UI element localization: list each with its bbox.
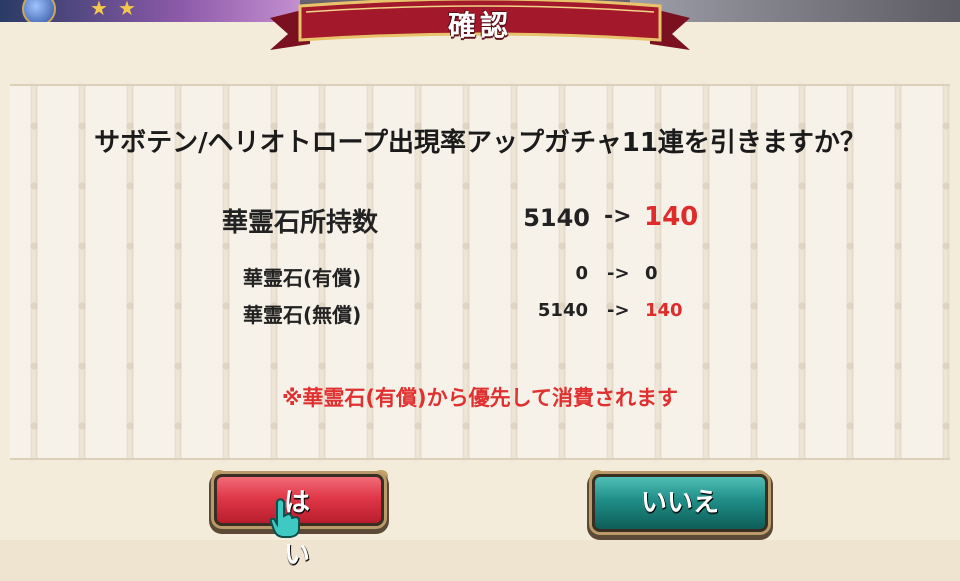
paid-stones-after: 0: [645, 263, 658, 284]
star-icon: ★: [118, 0, 136, 20]
paid-stones-arrow: ->: [607, 263, 630, 284]
star-icon: ★: [90, 0, 108, 20]
consumption-notice: ※華霊石(有償)から優先して消費されます: [282, 386, 678, 410]
pointing-hand-icon: [269, 498, 301, 538]
no-button[interactable]: いいえ: [592, 474, 768, 532]
gacha-question: サボテン/ヘリオトロープ出現率アップガチャ11連を引きますか？: [94, 128, 866, 158]
paid-stones-label: 華霊石(有償): [243, 266, 362, 290]
free-stones-label: 華霊石(無償): [243, 303, 362, 327]
free-stones-arrow: ->: [607, 300, 630, 321]
stones-total-after: 140: [644, 202, 699, 232]
free-stones-after: 140: [645, 300, 683, 321]
paid-stones-current: 0: [575, 263, 588, 284]
stones-total-label: 華霊石所持数: [222, 208, 379, 238]
confirm-dialog: [0, 22, 960, 540]
top-left-status: ★ ★: [0, 0, 300, 26]
dialog-title: 確認: [447, 9, 512, 42]
free-stones-current: 5140: [537, 300, 588, 321]
stones-total-arrow: ->: [604, 204, 632, 229]
dialog-title-ribbon: 確認: [270, 0, 690, 56]
stones-total-current: 5140: [523, 204, 590, 232]
